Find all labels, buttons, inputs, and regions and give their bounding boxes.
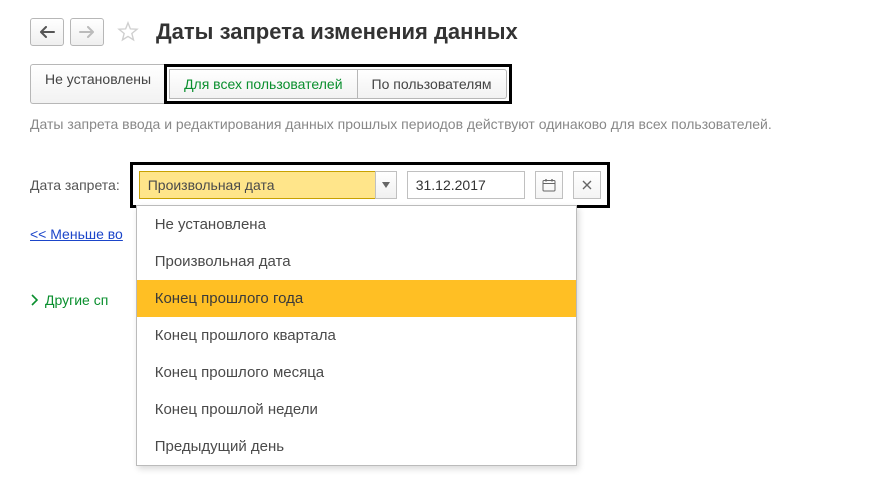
date-mode-dropdown: Не установленаПроизвольная датаКонец про… [136,205,577,466]
date-input[interactable]: 31.12.2017 [407,171,525,199]
date-mode-option[interactable]: Предыдущий день [137,428,576,465]
chevron-right-icon [30,294,39,306]
description-text: Даты запрета ввода и редактирования данн… [30,116,866,132]
tabs-highlight-box: Для всех пользователей По пользователям [164,64,511,104]
tab-by-users[interactable]: По пользователям [358,69,507,99]
date-mode-option[interactable]: Конец прошлого квартала [137,317,576,354]
favorite-star-icon[interactable] [116,20,140,44]
date-mode-option[interactable]: Конец прошлого месяца [137,354,576,391]
page-title: Даты запрета изменения данных [156,19,518,45]
forward-button[interactable] [70,18,104,46]
date-mode-option[interactable]: Произвольная дата [137,243,576,280]
date-mode-option[interactable]: Не установлена [137,206,576,243]
less-options-link[interactable]: << Меньше во [30,226,123,242]
date-ban-label: Дата запрета: [30,177,120,193]
other-methods-label: Другие сп [45,292,108,308]
calendar-button[interactable] [535,171,563,199]
date-mode-value[interactable]: Произвольная дата [139,171,375,199]
clear-date-button[interactable] [573,171,601,199]
date-mode-combo[interactable]: Произвольная дата Не установленаПроизвол… [139,171,397,199]
calendar-icon [542,178,556,192]
tab-all-users[interactable]: Для всех пользователей [169,69,357,99]
date-mode-option[interactable]: Конец прошлого года [137,280,576,317]
tab-not-set[interactable]: Не установлены [30,64,165,104]
date-mode-dropdown-trigger[interactable] [375,171,397,199]
back-button[interactable] [30,18,64,46]
date-mode-option[interactable]: Конец прошлой недели [137,391,576,428]
close-icon [580,178,594,192]
date-controls-highlight-box: Произвольная дата Не установленаПроизвол… [130,162,610,208]
